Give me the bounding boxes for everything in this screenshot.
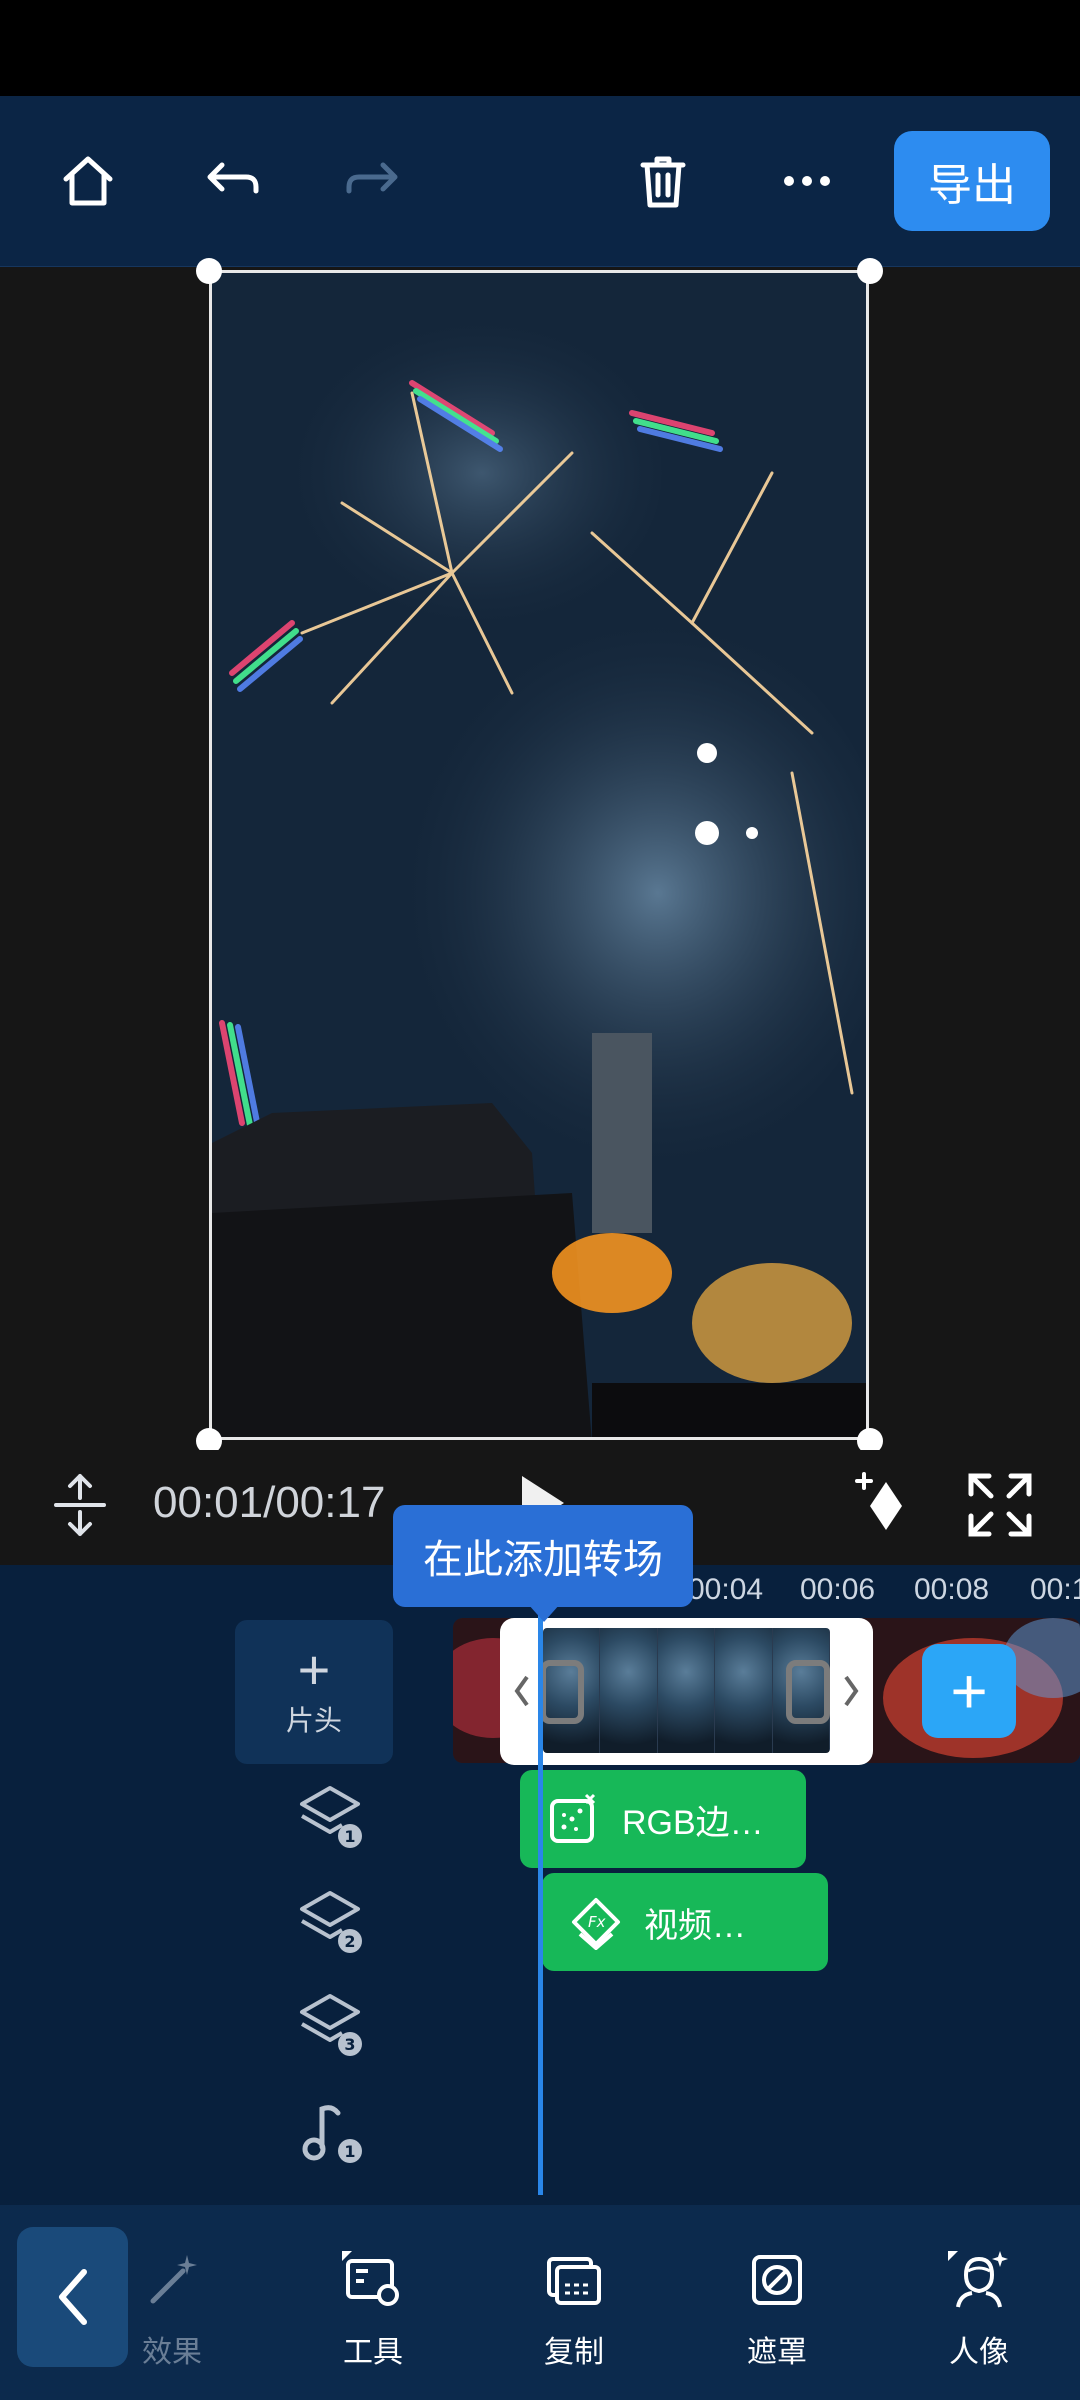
crop-handle-top-right[interactable] xyxy=(857,258,883,284)
timecode: 00:01/00:17 xyxy=(153,1478,386,1527)
tooltip-pointer xyxy=(528,1604,560,1622)
tool-mask[interactable]: 遮罩 xyxy=(712,2245,842,2371)
chevron-left-icon xyxy=(58,2269,87,2325)
svg-text:1: 1 xyxy=(344,1827,355,1846)
transition-tooltip[interactable]: 在此添加转场 xyxy=(393,1505,693,1607)
keyframe-icon[interactable] xyxy=(850,1468,922,1540)
effect-chip-video[interactable]: Fx 视频… xyxy=(542,1873,828,1971)
tool-effects[interactable]: 效果 xyxy=(107,2245,237,2371)
crop-handle-top-left[interactable] xyxy=(196,258,222,284)
copy-icon xyxy=(547,2257,601,2305)
clip-thumbnail xyxy=(600,1628,658,1753)
video-preview[interactable] xyxy=(209,270,869,1440)
svg-text:3: 3 xyxy=(344,2035,355,2054)
svg-text:2: 2 xyxy=(344,1932,355,1951)
undo-icon[interactable] xyxy=(196,145,268,217)
add-intro-button[interactable]: + 片头 xyxy=(235,1620,393,1764)
clip-thumbnail xyxy=(715,1628,773,1753)
ruler-tick: 00:06 xyxy=(800,1573,876,1606)
fullscreen-icon[interactable] xyxy=(965,1470,1035,1540)
portrait-icon xyxy=(948,2251,1008,2308)
home-icon[interactable] xyxy=(52,145,124,217)
status-bar xyxy=(0,0,1080,96)
music-track-icon[interactable]: 1 xyxy=(292,2095,368,2171)
effect-label: RGB边… xyxy=(622,1803,764,1842)
tool-label: 遮罩 xyxy=(747,2336,807,2369)
redo-icon[interactable] xyxy=(337,145,409,217)
export-button[interactable]: 导出 xyxy=(894,131,1050,231)
ruler-tick: 00:08 xyxy=(914,1573,990,1606)
more-icon[interactable] xyxy=(771,145,843,217)
delete-icon[interactable] xyxy=(627,145,699,217)
tools-icon xyxy=(342,2251,399,2306)
plus-icon: + xyxy=(297,1638,331,1701)
effect-chip-rgb[interactable]: RGB边… xyxy=(520,1770,806,1868)
mask-icon xyxy=(752,2255,802,2305)
ruler-tick: 00:1 xyxy=(1030,1573,1080,1606)
layer-track-2-icon[interactable]: 2 xyxy=(292,1885,368,1961)
fit-height-icon[interactable] xyxy=(50,1470,110,1540)
tool-portrait[interactable]: 人像 xyxy=(914,2245,1044,2371)
tool-copy[interactable]: 复制 xyxy=(509,2245,639,2371)
playhead[interactable] xyxy=(538,1600,543,2195)
trim-handle-left[interactable] xyxy=(505,1628,539,1753)
layer-track-3-icon[interactable]: 3 xyxy=(292,1988,368,2064)
clip-end-bracket-icon xyxy=(786,1660,830,1724)
clip-thumbnail xyxy=(657,1628,716,1753)
tool-tools[interactable]: 工具 xyxy=(308,2245,438,2371)
fireworks-scene xyxy=(212,273,866,1437)
tool-label: 人像 xyxy=(949,2336,1009,2369)
tool-label: 复制 xyxy=(544,2336,604,2369)
tool-label: 工具 xyxy=(343,2336,403,2369)
layer-track-1-icon[interactable]: 1 xyxy=(292,1780,368,1856)
tool-label: 效果 xyxy=(142,2336,202,2369)
magic-wand-icon xyxy=(150,2255,197,2304)
svg-text:Fx: Fx xyxy=(588,1913,606,1931)
add-clip-button[interactable]: + xyxy=(922,1644,1016,1738)
fx-icon: Fx xyxy=(572,1898,620,1950)
navigation-gesture-bar xyxy=(0,2385,1080,2400)
svg-text:1: 1 xyxy=(344,2142,355,2161)
effect-label: 视频… xyxy=(644,1906,746,1945)
ruler-tick: 00:04 xyxy=(688,1573,764,1606)
add-intro-label: 片头 xyxy=(285,1705,342,1736)
effect-sparkle-icon xyxy=(550,1793,596,1843)
clip-start-bracket-icon xyxy=(540,1660,584,1724)
trim-handle-right[interactable] xyxy=(834,1628,868,1753)
